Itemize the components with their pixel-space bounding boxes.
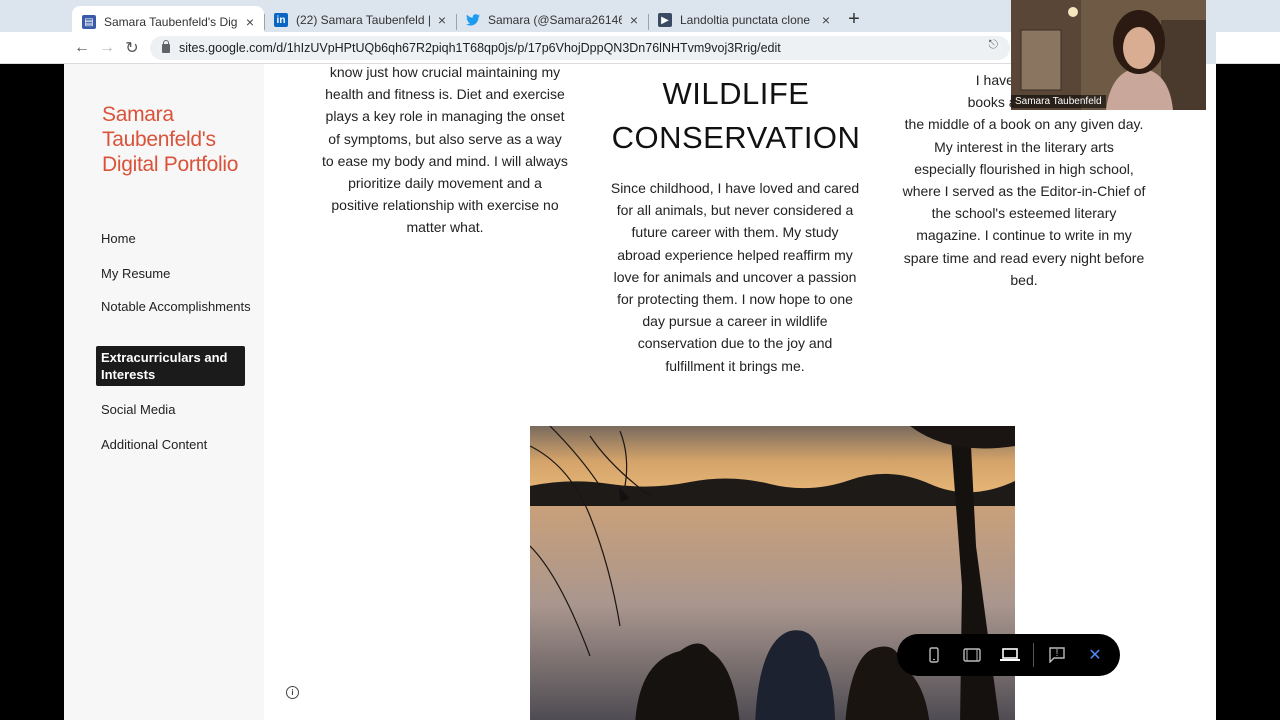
close-icon[interactable]: ✕: [1076, 640, 1114, 670]
text-line: the school's esteemed literary: [931, 205, 1117, 222]
nav-item-social-media[interactable]: Social Media: [101, 401, 251, 418]
phone-icon[interactable]: [915, 640, 953, 670]
url-text: sites.google.com/d/1hIzUVpHPtUQb6qh67R2p…: [179, 41, 781, 55]
site-title[interactable]: Samara Taubenfeld's Digital Portfolio: [102, 102, 252, 177]
text-line: abroad experience helped reaffirm my: [617, 246, 853, 263]
tab-title: Samara Taubenfeld's Digital Po: [104, 15, 238, 29]
text-line: My interest in the literary arts: [934, 138, 1114, 155]
close-tab-icon[interactable]: ×: [630, 12, 638, 28]
text-line: the middle of a book on any given day.: [904, 116, 1144, 133]
forward-arrow-icon[interactable]: →: [97, 38, 117, 58]
tab-title: (22) Samara Taubenfeld | Linke: [296, 13, 430, 27]
site-sidebar: Samara Taubenfeld's Digital Portfolio Ho…: [64, 64, 264, 720]
info-icon[interactable]: i: [286, 686, 299, 699]
text-line: health and fitness is. Diet and exercise: [325, 86, 565, 103]
nav-item-my-resume[interactable]: My Resume: [101, 265, 251, 282]
participant-video-frame: [1011, 0, 1206, 110]
text-line: positive relationship with exercise no: [331, 197, 559, 214]
twitter-icon: [466, 13, 480, 27]
text-line: bed.: [1010, 271, 1038, 288]
tab-title: Samara (@Samara26146914) /: [488, 13, 622, 27]
text-line: conservation due to the joy and: [637, 335, 833, 352]
reload-icon[interactable]: ↻: [122, 38, 142, 58]
nav-item-home[interactable]: Home: [101, 230, 251, 247]
wildlife-paragraph: Since childhood, I have loved and cared …: [600, 177, 870, 377]
text-line: spare time and read every night before: [903, 249, 1145, 266]
text-line: to ease my body and mind. I will always: [322, 152, 568, 169]
text-line: fulfillment it brings me.: [665, 357, 805, 374]
text-line: know just how crucial maintaining my: [329, 64, 561, 80]
feedback-icon[interactable]: !: [1038, 640, 1076, 670]
fitness-paragraph: know just how crucial maintaining my hea…: [312, 64, 578, 239]
text-line: Since childhood, I have loved and cared: [610, 180, 860, 196]
share-icon[interactable]: ⎋: [989, 37, 999, 52]
tab-benchling[interactable]: ▶ Landoltia punctata clone 50ST ×: [648, 6, 840, 34]
text-line: for protecting them. I now hope to one: [617, 291, 853, 308]
text-line: day pursue a career in wildlife: [642, 313, 828, 330]
participant-video: Samara Taubenfeld: [1011, 0, 1206, 110]
text-line: love for animals and uncover a passion: [613, 268, 857, 285]
right-margin: [1216, 64, 1280, 720]
text-line: future career with them. My study: [631, 224, 839, 241]
nav-item-additional-content[interactable]: Additional Content: [101, 436, 251, 453]
benchling-icon: ▶: [658, 13, 672, 27]
text-line: magazine. I continue to write in my: [916, 227, 1132, 244]
new-tab-button[interactable]: +: [844, 8, 864, 31]
section-heading: WILDLIFE CONSERVATION: [598, 72, 874, 160]
heading-line: CONSERVATION: [611, 120, 861, 155]
tab-title: Landoltia punctata clone 50ST: [680, 13, 814, 27]
text-line: of symptoms, but also serve as a way: [328, 130, 562, 147]
lock-icon: [162, 39, 170, 53]
feedback-glyph: !: [1055, 648, 1059, 659]
text-line: plays a key role in managing the onset: [325, 108, 565, 125]
tabstrip-edge: [1206, 0, 1216, 64]
text-line: prioritize daily movement and a: [348, 175, 542, 192]
text-line: especially flourished in high school,: [914, 160, 1134, 177]
google-sites-icon: ▤: [82, 15, 96, 29]
nav-item-extracurriculars[interactable]: Extracurriculars and Interests: [96, 346, 245, 386]
site-page: Samara Taubenfeld's Digital Portfolio Ho…: [64, 64, 1216, 720]
toolbar-divider: [1033, 643, 1034, 667]
heading-line: WILDLIFE: [662, 76, 810, 111]
close-tab-icon[interactable]: ×: [438, 12, 446, 28]
left-margin: [0, 64, 64, 720]
address-bar[interactable]: sites.google.com/d/1hIzUVpHPtUQb6qh67R2p…: [150, 36, 1010, 60]
text-line: where I served as the Editor-in-Chief of: [902, 183, 1146, 200]
participant-name: Samara Taubenfeld: [1011, 95, 1106, 108]
preview-toolbar: ! ✕: [897, 634, 1120, 676]
laptop-icon[interactable]: [991, 640, 1029, 670]
text-line: matter what.: [406, 219, 484, 236]
tab-linkedin[interactable]: in (22) Samara Taubenfeld | Linke ×: [264, 6, 456, 34]
close-tab-icon[interactable]: ×: [822, 12, 830, 28]
tab-twitter[interactable]: Samara (@Samara26146914) / ×: [456, 6, 648, 34]
close-tab-icon[interactable]: ×: [246, 14, 254, 30]
linkedin-icon: in: [274, 13, 288, 27]
text-line: for all animals, but never considered a: [616, 202, 854, 219]
nav-item-notable-accomplishments[interactable]: Notable Accomplishments: [101, 298, 251, 315]
tablet-icon[interactable]: [953, 640, 991, 670]
back-arrow-icon[interactable]: ←: [72, 38, 92, 58]
